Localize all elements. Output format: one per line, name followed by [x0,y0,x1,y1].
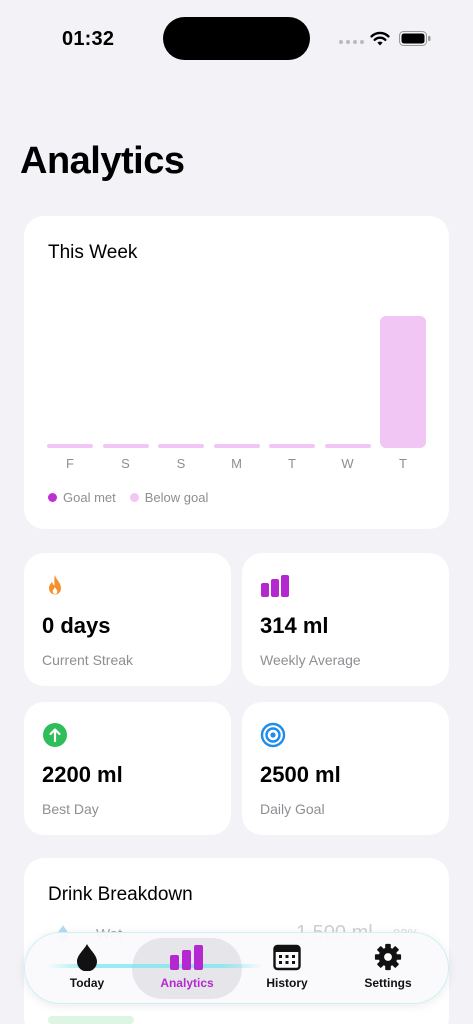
drink-progress-bar [48,1016,134,1024]
current-streak-card[interactable]: 0 days Current Streak [24,553,231,686]
legend-goal-met-label: Goal met [63,490,116,505]
drop-icon [77,944,97,971]
chart-legend: Goal met Below goal [48,490,222,505]
flame-icon [49,575,61,595]
tab-settings-label: Settings [364,976,412,990]
legend-below-goal: Below goal [129,490,209,505]
weekly-chart-card: This Week FSSMTWT Goal met Below goal [24,216,449,529]
battery-icon [399,31,431,46]
cellular-signal-icon [339,40,364,44]
weekly-bar-chart: FSSMTWT [24,216,449,529]
tab-history-label: History [266,976,308,990]
daily-goal-label: Daily Goal [260,801,325,817]
gear-icon [374,943,402,971]
current-streak-value: 0 days [42,613,111,638]
chart-day-label: S [121,456,130,471]
page-title: Analytics [20,140,185,182]
dynamic-island [163,17,310,60]
daily-goal-card[interactable]: 2500 ml Daily Goal [242,702,449,835]
tab-history[interactable]: History [237,943,337,995]
legend-goal-met: Goal met [48,490,116,505]
tab-analytics[interactable]: Analytics [137,943,237,995]
status-bar: 01:32 [0,0,473,76]
daily-goal-value: 2500 ml [260,762,341,787]
chart-bar [213,444,260,448]
chart-bar [324,444,371,448]
tab-today[interactable]: Today [37,943,137,995]
chart-day-label: S [176,456,186,471]
chart-day-label: M [231,456,242,471]
drink-breakdown-title: Drink Breakdown [48,884,193,905]
bar-chart-icon [170,945,203,970]
legend-below-goal-dot [129,493,139,502]
chart-bar [380,316,426,448]
tab-analytics-label: Analytics [160,976,214,990]
best-day-value: 2200 ml [42,762,123,787]
chart-bar [158,444,204,448]
chart-bar [269,444,315,448]
weekly-average-label: Weekly Average [260,652,361,668]
tab-bar: Today Analytics History Settings [24,932,449,1004]
calendar-icon [273,944,301,971]
current-streak-label: Current Streak [42,652,134,668]
weekly-average-value: 314 ml [260,613,329,638]
tab-today-label: Today [69,976,105,990]
bar-chart-icon [261,575,289,597]
best-day-label: Best Day [42,801,99,817]
chart-day-label: T [399,456,407,471]
wifi-icon [370,31,390,46]
tab-settings[interactable]: Settings [338,943,438,995]
chart-day-label: T [288,456,296,471]
chart-bar [47,444,93,448]
legend-goal-met-dot [48,493,57,502]
best-day-card[interactable]: 2200 ml Best Day [24,702,231,835]
legend-below-goal-label: Below goal [144,490,209,505]
chart-day-label: W [341,456,354,471]
weekly-average-card[interactable]: 314 ml Weekly Average [242,553,449,686]
status-time: 01:32 [62,28,115,50]
arrow-up-circle-icon [43,723,67,747]
target-icon [260,722,286,748]
chart-day-label: F [66,456,74,471]
chart-bar [102,444,149,448]
